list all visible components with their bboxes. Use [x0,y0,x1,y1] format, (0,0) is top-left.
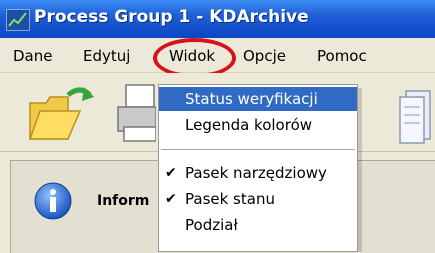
printer-icon[interactable] [116,81,157,147]
menu-pomoc[interactable]: Pomoc [317,47,367,65]
document-icon[interactable] [398,89,432,145]
view-dropdown-menu: Status weryfikacji Legenda kolorów ✔ Pas… [158,84,358,252]
window-title: Process Group 1 - KDArchive [34,7,309,27]
app-logo-icon [6,9,30,31]
checkmark-icon: ✔ [165,191,177,207]
dropdown-item-podzial[interactable]: Podział [159,213,357,237]
dropdown-item-label: Pasek stanu [185,190,275,208]
dropdown-item-status-weryfikacji[interactable]: Status weryfikacji [159,87,357,111]
menu-dane[interactable]: Dane [13,47,52,65]
info-panel-label: Inform [97,193,150,209]
dropdown-item-pasek-stanu[interactable]: ✔ Pasek stanu [159,187,357,211]
dropdown-item-label: Legenda kolorów [185,116,313,134]
dropdown-shadow [358,88,362,252]
checkmark-icon: ✔ [165,165,177,181]
title-bar: Process Group 1 - KDArchive [0,0,435,38]
info-icon [33,181,73,221]
dropdown-separator [161,149,355,150]
dropdown-item-pasek-narzedziowy[interactable]: ✔ Pasek narzędziowy [159,161,357,185]
dropdown-item-label: Status weryfikacji [185,90,318,108]
dropdown-item-legenda-kolorow[interactable]: Legenda kolorów [159,113,357,137]
menu-opcje[interactable]: Opcje [243,47,286,65]
open-folder-icon[interactable] [28,83,98,145]
menu-edytuj[interactable]: Edytuj [83,47,130,65]
dropdown-item-label: Podział [185,216,238,234]
annotation-circle [153,38,236,78]
dropdown-item-label: Pasek narzędziowy [185,164,327,182]
